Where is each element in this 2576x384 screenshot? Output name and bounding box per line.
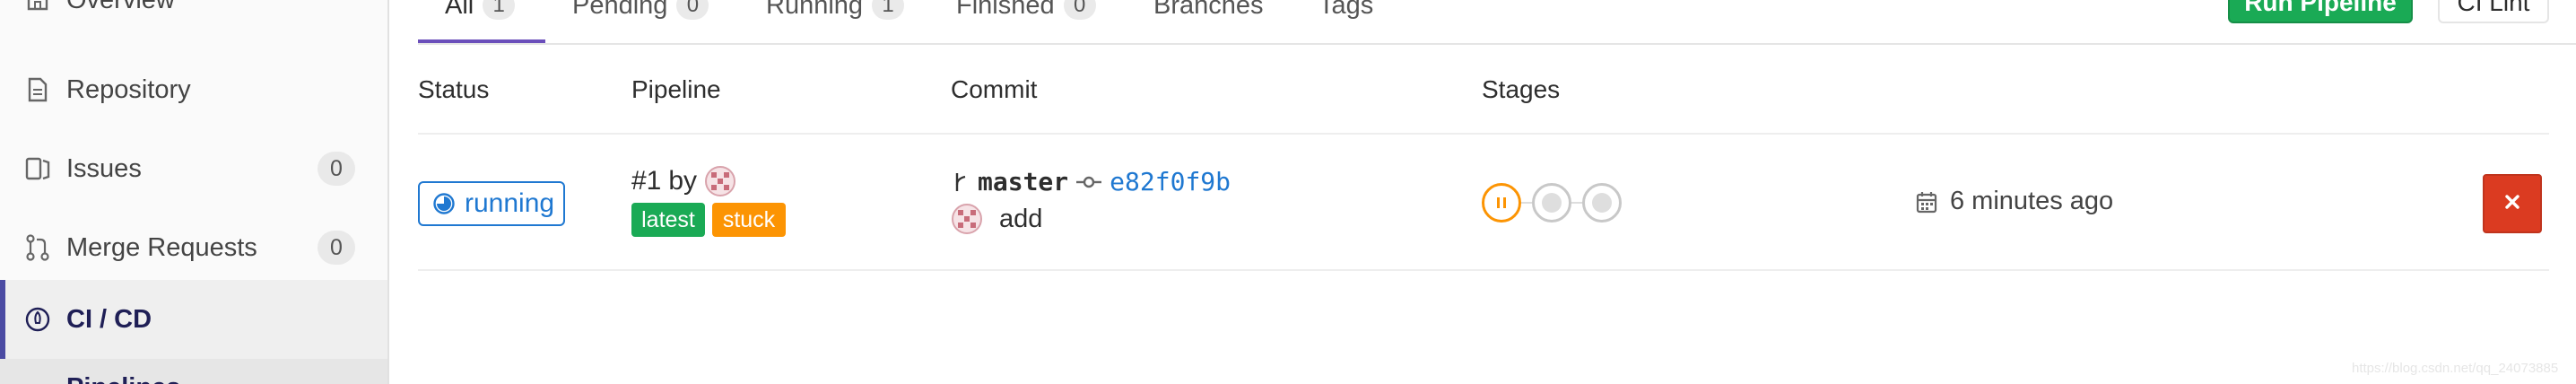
- tab-label: Running: [766, 0, 864, 20]
- pipeline-by-label: by: [668, 166, 698, 196]
- latest-badge: latest: [631, 203, 705, 237]
- avatar[interactable]: [951, 203, 983, 235]
- stuck-badge: stuck: [712, 203, 786, 237]
- commit-icon: [1075, 173, 1102, 191]
- home-icon: [22, 0, 54, 16]
- avatar[interactable]: [704, 165, 736, 197]
- calendar-icon: [1916, 190, 1937, 214]
- merge-requests-count-badge: 0: [318, 231, 355, 265]
- sidebar: Overview Repository Issues 0 Merge Reque…: [0, 0, 389, 384]
- column-header-stages: Stages: [1482, 75, 1561, 103]
- sidebar-item-overview[interactable]: Overview: [0, 0, 387, 39]
- run-pipeline-button[interactable]: Run Pipeline: [2228, 0, 2413, 23]
- branch-name-link[interactable]: master: [978, 167, 1068, 196]
- tab-running[interactable]: Running 1: [766, 0, 905, 23]
- running-status-icon: [432, 192, 456, 215]
- sidebar-item-label: CI / CD: [66, 304, 152, 334]
- pipeline-id: #1 by: [631, 165, 736, 197]
- rocket-icon: [22, 303, 54, 336]
- tab-label: Finished: [956, 0, 1055, 20]
- tab-count-badge: 0: [676, 0, 709, 20]
- branch-icon: [951, 170, 970, 194]
- tab-label: All: [445, 0, 474, 20]
- sidebar-item-label: Merge Requests: [66, 232, 257, 262]
- stage-connector: [1521, 202, 1532, 204]
- stage-created-icon[interactable]: [1532, 183, 1571, 223]
- row-divider: [418, 269, 2549, 271]
- active-tab-indicator: [418, 39, 545, 43]
- tab-branches[interactable]: Branches: [1153, 0, 1264, 23]
- column-header-commit: Commit: [951, 75, 1038, 103]
- stage-running-icon[interactable]: [1482, 183, 1521, 223]
- pipeline-id-link[interactable]: #1: [631, 166, 661, 196]
- column-header-pipeline: Pipeline: [631, 75, 721, 103]
- tab-count-badge: 1: [483, 0, 516, 20]
- time-ago: 6 minutes ago: [1950, 187, 2114, 215]
- tab-tags[interactable]: Tags: [1318, 0, 1373, 23]
- status-label: running: [465, 188, 555, 218]
- tab-label: Tags: [1318, 0, 1374, 20]
- tab-count-badge: 0: [1063, 0, 1096, 20]
- sidebar-item-label: Issues: [66, 153, 142, 183]
- tab-label: Pending: [572, 0, 668, 20]
- sidebar-item-label: Overview: [66, 0, 175, 15]
- header-divider: [418, 133, 2549, 135]
- sidebar-item-label: Repository: [66, 74, 191, 104]
- issues-icon: [22, 153, 54, 185]
- pipeline-time: 6 minutes ago: [1916, 187, 2113, 216]
- merge-request-icon: [22, 231, 54, 264]
- status-badge[interactable]: running: [418, 181, 565, 226]
- sidebar-item-repository[interactable]: Repository: [0, 50, 387, 129]
- tab-label: Branches: [1153, 0, 1264, 20]
- sidebar-item-issues[interactable]: Issues 0: [0, 129, 387, 208]
- pipeline-stages: [1482, 183, 1622, 223]
- sidebar-subitem-label: Pipelines: [66, 373, 387, 384]
- commit-title-link[interactable]: add: [999, 205, 1042, 234]
- document-icon: [22, 74, 54, 106]
- stage-created-icon[interactable]: [1582, 183, 1622, 223]
- sidebar-item-ci-cd[interactable]: CI / CD: [0, 280, 387, 359]
- commit-sha-link[interactable]: e82f0f9b: [1110, 167, 1231, 196]
- commit-ref: master e82f0f9b: [951, 167, 1231, 196]
- close-icon: [2503, 193, 2521, 215]
- tab-pending[interactable]: Pending 0: [572, 0, 709, 23]
- tab-count-badge: 1: [872, 0, 905, 20]
- sidebar-item-merge-requests[interactable]: Merge Requests 0: [0, 208, 387, 287]
- column-header-status: Status: [418, 75, 490, 103]
- cancel-pipeline-button[interactable]: [2483, 174, 2542, 233]
- stage-connector: [1571, 202, 1582, 204]
- watermark: https://blog.csdn.net/qq_24073885: [2352, 361, 2559, 376]
- ci-lint-button[interactable]: CI Lint: [2438, 0, 2549, 23]
- commit-title: add: [951, 203, 1042, 235]
- tab-all[interactable]: All 1: [445, 0, 516, 23]
- issues-count-badge: 0: [318, 152, 355, 186]
- sidebar-subitem-pipelines[interactable]: Pipelines: [0, 359, 387, 384]
- tab-finished[interactable]: Finished 0: [956, 0, 1096, 23]
